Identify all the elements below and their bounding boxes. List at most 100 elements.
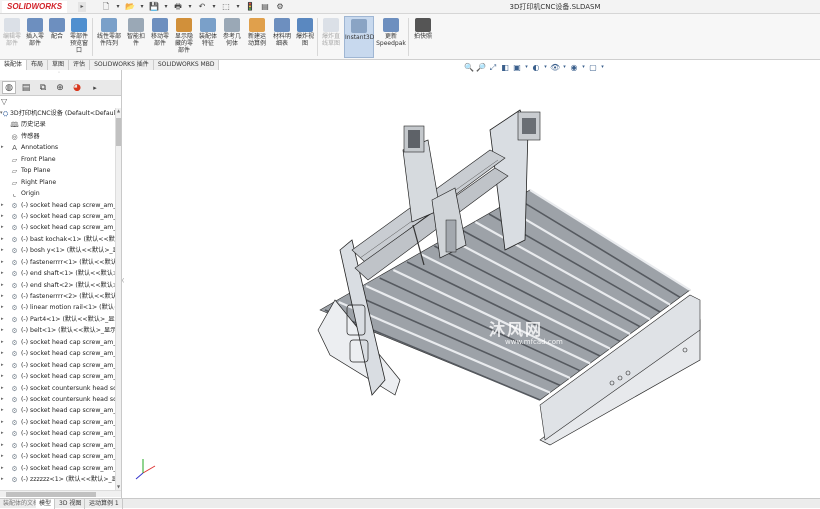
exploded-view-button[interactable]: 爆炸视 图	[295, 16, 315, 58]
tree-node[interactable]: ▸ ⚙ (-) bast kochak<1> (默认<<默	[0, 234, 115, 245]
tab-command-4[interactable]: SOLIDWORKS 插件	[90, 60, 154, 70]
tree-node[interactable]: ▸ ⚙ (-) socket head cap screw_am_	[0, 405, 115, 416]
expand-twisty-icon[interactable]: ▸	[1, 268, 4, 279]
expand-twisty-icon[interactable]: ▸	[1, 302, 4, 313]
tree-node[interactable]: 🕮 历史记录	[0, 119, 115, 130]
tree-node[interactable]: ▸ ⚙ (-) socket countersunk head sc	[0, 383, 115, 394]
view-tool-icon[interactable]: 🔎	[476, 62, 486, 73]
tree-node[interactable]: ▸ ⚙ (-) socket head cap screw_am_	[0, 222, 115, 233]
tree-node[interactable]: ▸ ⚙ (-) Part4<1> (默认<<默认>_显示	[0, 314, 115, 325]
show-hidden-button[interactable]: 显示隐 藏的零 部件	[173, 16, 195, 58]
component-preview-button[interactable]: 零部件 预览窗 口	[68, 16, 90, 58]
expand-twisty-icon[interactable]: ▸	[1, 200, 4, 211]
explode-line-sketch-button[interactable]: 爆炸直 线草图	[320, 16, 342, 58]
update-speedpak-button[interactable]: 更新 Speedpak	[376, 16, 406, 58]
view-tool-icon[interactable]: 🔍	[464, 62, 474, 73]
expand-twisty-icon[interactable]: ▸	[1, 280, 4, 291]
dropdown-arrow-icon[interactable]: ▾	[543, 62, 548, 73]
move-component-button[interactable]: 移动零 部件	[149, 16, 171, 58]
expand-twisty-icon[interactable]: ▸	[1, 440, 4, 451]
expand-twisty-icon[interactable]: ▸	[1, 142, 4, 153]
feature-manager-tab-icon[interactable]: ◍	[2, 81, 16, 94]
tree-vertical-scrollbar[interactable]: ▲ ▼	[115, 108, 121, 490]
tree-filter-icon[interactable]: ▽	[0, 97, 121, 107]
dimxpert-manager-tab-icon[interactable]: ⊕	[53, 81, 67, 94]
dropdown-arrow-icon[interactable]: ▾	[600, 62, 605, 73]
tree-node[interactable]: ▸ ⚙ (-) linear motion rail<1> (默认<	[0, 302, 115, 313]
instant3d-button[interactable]: Instant3D	[344, 16, 374, 58]
tab-command-1[interactable]: 布局	[27, 60, 49, 70]
tree-node[interactable]: ▱ Front Plane	[0, 154, 115, 165]
tab-command-5[interactable]: SOLIDWORKS MBD	[153, 60, 220, 70]
expand-twisty-icon[interactable]: ▸	[1, 474, 4, 485]
tree-node[interactable]: ▸ ⚙ (-) socket head cap screw_am_	[0, 428, 115, 439]
tree-node[interactable]: ▸ ⚙ (-) fastenerrrr<2> (默认<<默认	[0, 291, 115, 302]
tree-node[interactable]: ▱ Right Plane	[0, 177, 115, 188]
panel-tabs-more-icon[interactable]: ▸	[88, 81, 102, 94]
tree-node[interactable]: ▱ Top Plane	[0, 165, 115, 176]
expand-twisty-icon[interactable]: ▸	[1, 222, 4, 233]
expand-twisty-icon[interactable]: ▸	[1, 451, 4, 462]
tab-command-0[interactable]: 装配体	[0, 60, 28, 70]
tab-command-2[interactable]: 草图	[48, 60, 70, 70]
expand-twisty-icon[interactable]: ▸	[1, 314, 4, 325]
view-tool-icon[interactable]: ▣	[512, 62, 522, 73]
view-tool-icon[interactable]: ▢	[588, 62, 598, 73]
expand-twisty-icon[interactable]: ▸	[1, 211, 4, 222]
tree-node[interactable]: ▸ A Annotations	[0, 142, 115, 153]
dropdown-arrow-icon[interactable]: ▾	[562, 62, 567, 73]
edit-component-button[interactable]: 编辑零 部件	[2, 16, 22, 58]
expand-twisty-icon[interactable]: ▸	[1, 360, 4, 371]
tree-node[interactable]: ▸ ⚙ (-) socket head cap screw_am_	[0, 200, 115, 211]
expand-twisty-icon[interactable]: ▸	[1, 428, 4, 439]
tab-command-3[interactable]: 评估	[69, 60, 91, 70]
tree-node[interactable]: ▸ ⚙ (-) socket head cap screw_am_	[0, 348, 115, 359]
view-tool-icon[interactable]: ◉	[569, 62, 579, 73]
view-tool-icon[interactable]: ⤢	[488, 62, 498, 73]
tree-node[interactable]: ▸ ⚙ (-) belt<1> (默认<<默认>_显示	[0, 325, 115, 336]
scrollbar-thumb[interactable]	[116, 118, 121, 146]
expand-twisty-icon[interactable]: ▸	[1, 348, 4, 359]
view-tool-icon[interactable]: ◐	[531, 62, 541, 73]
tree-node[interactable]: ▾ ⛭ 3D打印机CNC设备 (Default<Defaul	[0, 108, 115, 119]
tree-node[interactable]: ▸ ⚙ (-) socket head cap screw_am_	[0, 371, 115, 382]
dropdown-arrow-icon[interactable]: ▾	[581, 62, 586, 73]
tree-node[interactable]: ▸ ⚙ (-) bosh y<1> (默认<<默认>_显	[0, 245, 115, 256]
cnc-machine-model[interactable]	[127, 76, 820, 498]
panel-grip-icon[interactable]: ◦	[55, 71, 63, 76]
tree-node[interactable]: ▸ ⚙ (-) socket head cap screw_am_	[0, 211, 115, 222]
tree-node[interactable]: ▸ ⚙ (-) socket head cap screw_am_	[0, 440, 115, 451]
scroll-up-icon[interactable]: ▲	[116, 108, 121, 114]
bom-button[interactable]: 材料明 细表	[271, 16, 293, 58]
expand-twisty-icon[interactable]: ▸	[1, 371, 4, 382]
tree-node[interactable]: ▸ ⚙ (-) socket head cap screw_am_	[0, 463, 115, 474]
expand-twisty-icon[interactable]: ▸	[1, 417, 4, 428]
tree-node[interactable]: ▸ ⚙ (-) socket head cap screw_am_	[0, 337, 115, 348]
configuration-manager-tab-icon[interactable]: ⧉	[36, 81, 50, 94]
display-manager-tab-icon[interactable]: ◕	[70, 81, 84, 94]
expand-twisty-icon[interactable]: ▸	[1, 291, 4, 302]
property-manager-tab-icon[interactable]: ▤	[19, 81, 33, 94]
linear-pattern-button[interactable]: 线性零部 件阵列	[95, 16, 123, 58]
tree-node[interactable]: ▸ ⚙ (-) end shaft<1> (默认<<默认>_	[0, 268, 115, 279]
expand-twisty-icon[interactable]: ▸	[1, 383, 4, 394]
expand-twisty-icon[interactable]: ▸	[1, 245, 4, 256]
insert-component-button[interactable]: 插入零 部件	[24, 16, 46, 58]
tree-node[interactable]: ◎ 传感器	[0, 131, 115, 142]
hscrollbar-thumb[interactable]	[6, 492, 96, 497]
assembly-features-button[interactable]: 装配体 特征	[197, 16, 219, 58]
dropdown-arrow-icon[interactable]: ▾	[524, 62, 529, 73]
tree-node[interactable]: ▸ ⚙ (-) end shaft<2> (默认<<默认>_	[0, 280, 115, 291]
view-tool-icon[interactable]: ◧	[500, 62, 510, 73]
take-snapshot-button[interactable]: 拍快照	[411, 16, 435, 58]
expand-twisty-icon[interactable]: ▸	[1, 394, 4, 405]
tree-node[interactable]: ▸ ⚙ (-) socket countersunk head sc	[0, 394, 115, 405]
reference-geometry-button[interactable]: 参考几 何体	[221, 16, 243, 58]
smart-fasteners-button[interactable]: 智能扣 件	[125, 16, 147, 58]
tree-node[interactable]: ▸ ⚙ (-) fastenerrrr<1> (默认<<默认	[0, 257, 115, 268]
view-tool-icon[interactable]: 👁	[550, 62, 560, 73]
new-motion-study-button[interactable]: 新建运 动算例	[245, 16, 269, 58]
tree-node[interactable]: ⌞ Origin	[0, 188, 115, 199]
expand-twisty-icon[interactable]: ▸	[1, 405, 4, 416]
panel-collapse-icon[interactable]: ⟨	[122, 278, 126, 292]
